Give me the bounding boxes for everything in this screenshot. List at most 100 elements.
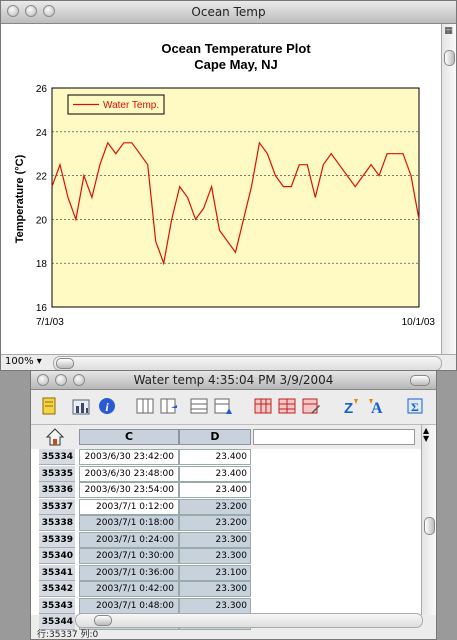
y-tick-label: 20 <box>36 215 48 226</box>
cell-temperature[interactable]: 23.200 <box>179 515 251 531</box>
svg-text:A: A <box>371 400 383 416</box>
plot-area <box>51 87 420 308</box>
column-header-bar: C D <box>31 425 436 447</box>
cell-datetime[interactable]: 2003/6/30 23:48:00 <box>79 465 179 482</box>
row-number[interactable]: 35343 <box>39 597 75 614</box>
row-number[interactable]: 35334 <box>39 449 75 465</box>
cell-temperature[interactable]: 23.300 <box>179 548 251 564</box>
cell-datetime[interactable]: 2003/6/30 23:42:00 <box>79 449 179 465</box>
chart-vertical-scrollbar[interactable]: ▦ <box>441 24 456 354</box>
table-row[interactable]: 35339 2003/7/1 0:24:00 23.300 <box>31 531 421 549</box>
cell-temperature[interactable]: 23.400 <box>179 465 251 482</box>
table-row[interactable]: 35341 2003/7/1 0:36:00 23.100 <box>31 564 421 582</box>
home-icon[interactable] <box>45 427 65 447</box>
column-header-empty[interactable] <box>253 429 415 445</box>
table-row[interactable]: 35337 2003/7/1 0:12:00 23.200 <box>31 498 421 516</box>
legend-label: Water Temp. <box>103 100 159 111</box>
chart-statusbar: 100% ▾ <box>1 354 456 370</box>
svg-text:Z: Z <box>344 400 353 416</box>
chart-icon[interactable] <box>71 396 91 416</box>
window-title: Ocean Temp <box>191 5 266 19</box>
table-vertical-scrollbar[interactable]: ▲ ▼ <box>421 425 436 615</box>
cell-datetime[interactable]: 2003/7/1 0:18:00 <box>79 515 179 531</box>
chevron-down-icon: ▾ <box>36 356 42 367</box>
row-number[interactable]: 35339 <box>39 531 75 548</box>
table-row[interactable]: 35340 2003/7/1 0:30:00 23.300 <box>31 548 421 565</box>
table-status: 行:35337 列:0 <box>37 630 99 640</box>
chart-window-titlebar[interactable]: Ocean Temp <box>1 1 456 24</box>
y-axis-label: Temperature (°C) <box>14 154 26 243</box>
y-tick-label: 16 <box>36 303 48 314</box>
scroll-thumb[interactable] <box>56 358 74 369</box>
cell-datetime[interactable]: 2003/7/1 0:30:00 <box>79 548 179 564</box>
column-header-c[interactable]: C <box>79 429 179 445</box>
temperature-chart: Ocean Temperature Plot Cape May, NJ 16 18… <box>14 41 435 328</box>
toolbar-toggle-button[interactable] <box>410 375 430 386</box>
table-window: Water temp 4:35:04 PM 3/9/2004 i Z A Σ C… <box>30 370 437 640</box>
y-axis-ticks: 16 18 20 22 24 26 <box>36 84 48 314</box>
legend: Water Temp. <box>67 94 165 115</box>
window-title: Water temp 4:35:04 PM 3/9/2004 <box>133 373 334 387</box>
insert-row-icon[interactable] <box>189 396 209 416</box>
row-number[interactable]: 35338 <box>39 515 75 531</box>
cell-datetime[interactable]: 2003/7/1 0:24:00 <box>79 531 179 548</box>
x-tick-label: 7/1/03 <box>36 317 64 328</box>
cell-datetime[interactable]: 2003/7/1 0:36:00 <box>79 564 179 581</box>
cell-temperature[interactable]: 23.300 <box>179 531 251 548</box>
delete-row-icon[interactable] <box>213 396 233 416</box>
cell-temperature[interactable]: 23.300 <box>179 581 251 597</box>
cell-datetime[interactable]: 2003/7/1 0:42:00 <box>79 581 179 597</box>
y-tick-label: 26 <box>36 84 48 95</box>
chart-subtitle: Cape May, NJ <box>194 57 278 72</box>
data-grid: 35334 2003/6/30 23:42:00 23.400 35335 2003/6… <box>31 449 421 630</box>
delete-column-icon[interactable] <box>159 396 179 416</box>
cell-temperature[interactable]: 23.100 <box>179 564 251 581</box>
x-axis-ticks: 7/1/03 10/1/03 <box>36 317 435 328</box>
cell-temperature[interactable]: 23.400 <box>179 449 251 465</box>
y-tick-label: 22 <box>36 172 48 183</box>
chart-title: Ocean Temperature Plot <box>161 41 311 56</box>
info-icon[interactable]: i <box>97 396 117 416</box>
scroll-thumb[interactable] <box>94 615 112 626</box>
column-width-icon[interactable]: Σ <box>405 396 425 416</box>
table-window-titlebar[interactable]: Water temp 4:35:04 PM 3/9/2004 <box>31 371 436 390</box>
column-header-d[interactable]: D <box>179 429 251 445</box>
cell-datetime[interactable]: 2003/7/1 0:12:00 <box>79 498 179 515</box>
table-horizontal-scrollbar[interactable] <box>75 613 423 628</box>
table-row[interactable]: 35342 2003/7/1 0:42:00 23.300 <box>31 581 421 598</box>
row-number[interactable]: 35340 <box>39 548 75 564</box>
row-number[interactable]: 35341 <box>39 564 75 581</box>
chart-horizontal-scrollbar[interactable] <box>53 356 442 370</box>
cell-temperature[interactable]: 23.300 <box>179 597 251 614</box>
table2-icon[interactable] <box>277 396 297 416</box>
scroll-thumb[interactable] <box>424 517 435 535</box>
split-grip-icon[interactable]: ▦ <box>443 26 454 37</box>
y-tick-label: 24 <box>36 128 48 139</box>
notepad-icon[interactable] <box>39 396 59 416</box>
cell-datetime[interactable]: 2003/6/30 23:54:00 <box>79 482 179 498</box>
zoom-selector[interactable]: 100% ▾ <box>5 356 42 367</box>
table-edit-icon[interactable] <box>301 396 321 416</box>
table-row[interactable]: 35338 2003/7/1 0:18:00 23.200 <box>31 515 421 532</box>
row-number[interactable]: 35335 <box>39 465 75 482</box>
cell-temperature[interactable]: 23.400 <box>179 482 251 498</box>
scroll-arrows-icon[interactable]: ▲ ▼ <box>423 427 429 443</box>
scroll-thumb[interactable] <box>444 50 455 66</box>
cell-datetime[interactable]: 2003/7/1 0:48:00 <box>79 597 179 614</box>
chart-window: Ocean Temp Ocean Temperature Plot Cape M… <box>0 0 457 371</box>
zoom-value: 100% <box>5 356 34 367</box>
y-tick-label: 18 <box>36 259 48 270</box>
table-row[interactable]: 35334 2003/6/30 23:42:00 23.400 <box>31 449 421 466</box>
insert-column-icon[interactable] <box>135 396 155 416</box>
table-row[interactable]: 35336 2003/6/30 23:54:00 23.400 <box>31 482 421 499</box>
row-number[interactable]: 35342 <box>39 581 75 597</box>
font-icon[interactable]: A <box>367 396 387 416</box>
sort-az-icon[interactable]: Z <box>341 396 361 416</box>
table-icon[interactable] <box>253 396 273 416</box>
cell-temperature[interactable]: 23.200 <box>179 498 251 515</box>
row-number[interactable]: 35337 <box>39 498 75 515</box>
table-row[interactable]: 35335 2003/6/30 23:48:00 23.400 <box>31 465 421 483</box>
table-row[interactable]: 35343 2003/7/1 0:48:00 23.300 <box>31 597 421 615</box>
x-tick-label: 10/1/03 <box>402 317 436 328</box>
row-number[interactable]: 35336 <box>39 482 75 498</box>
